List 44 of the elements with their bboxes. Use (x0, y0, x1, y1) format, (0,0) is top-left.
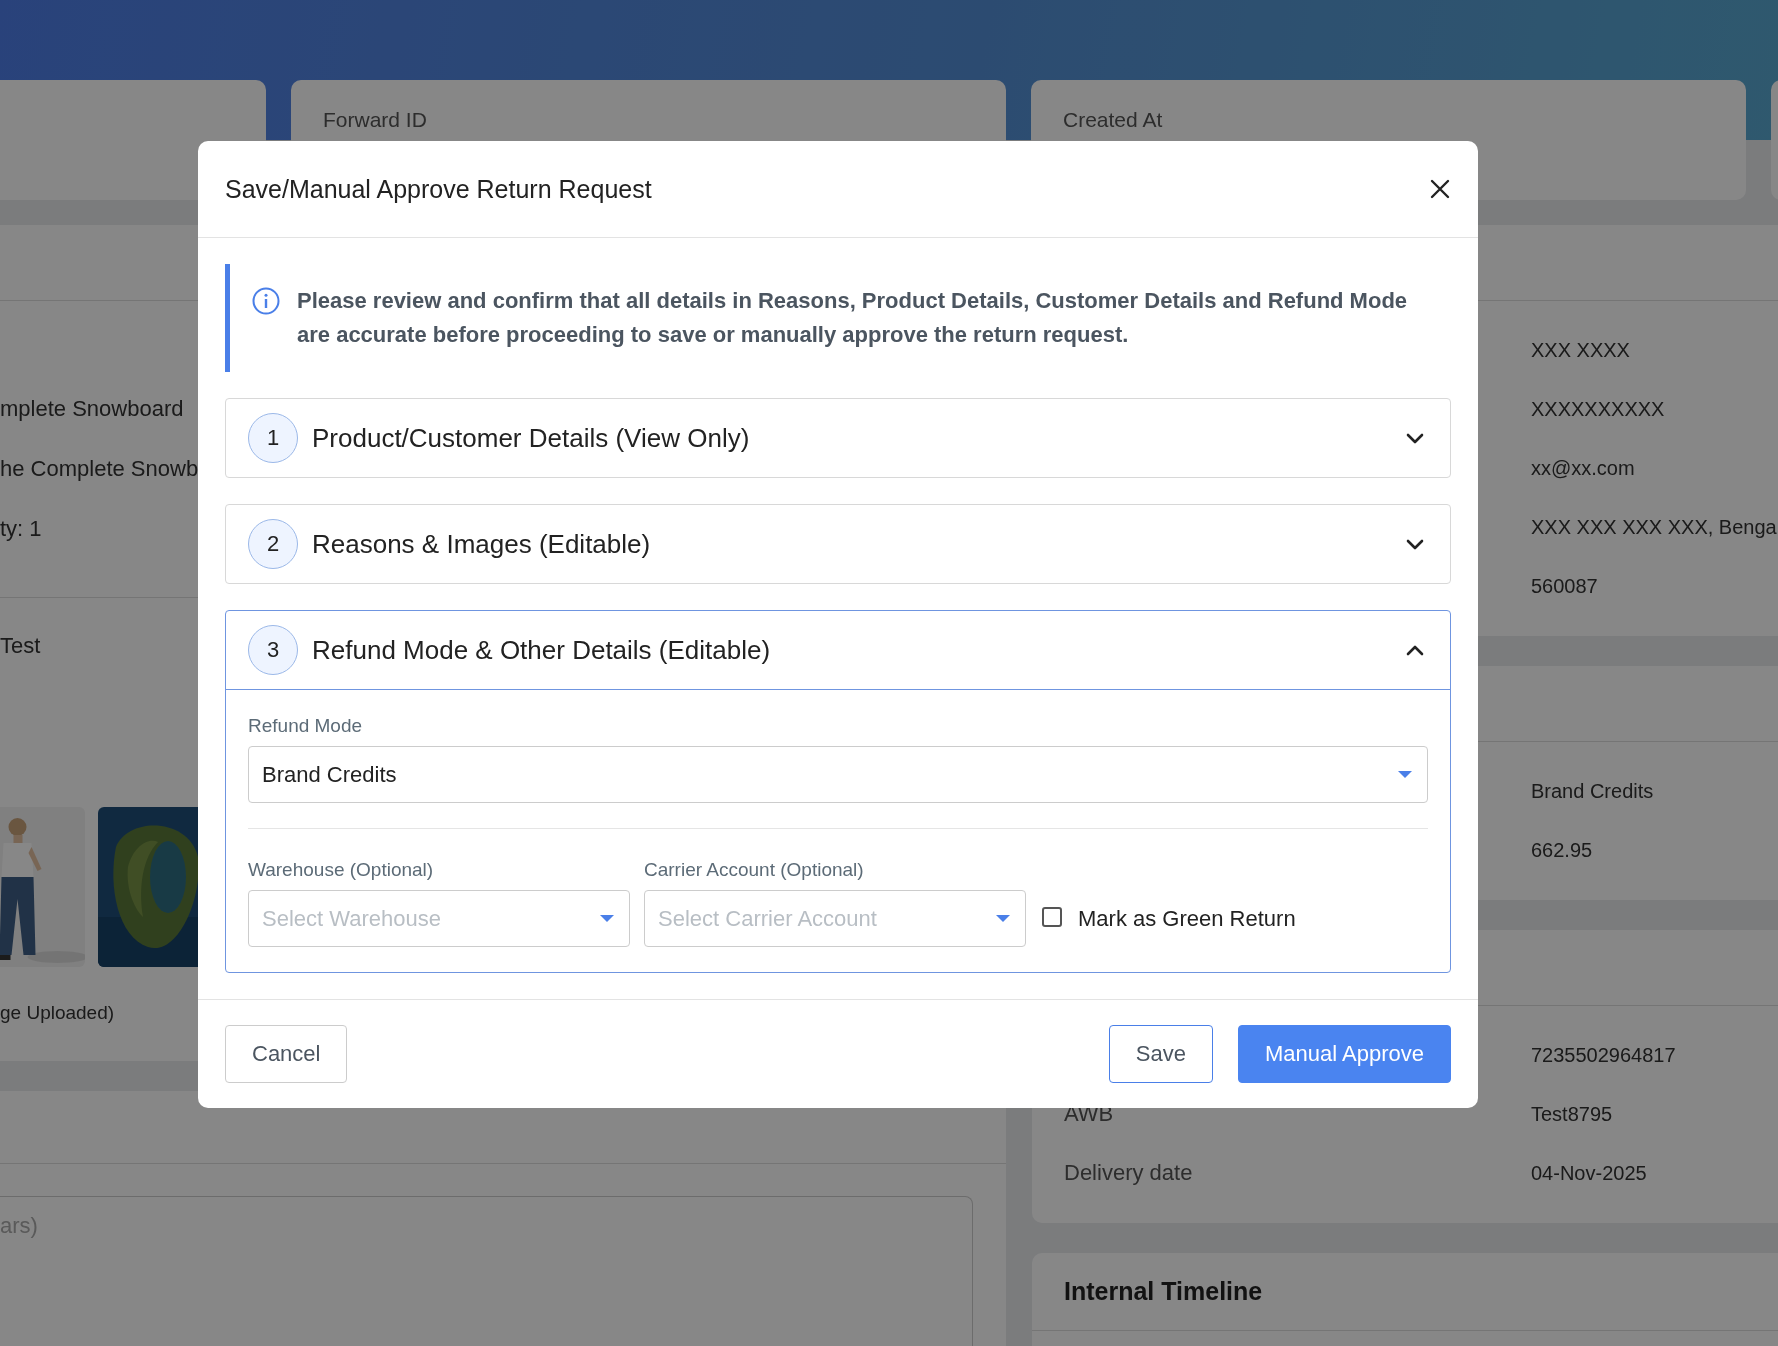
detail-value: XXXXXXXXXX (1531, 397, 1665, 421)
dropdown-field[interactable]: Brand Credits (248, 746, 1428, 803)
detail-value: xx@xx.com (1531, 456, 1635, 480)
info-icon (252, 287, 280, 315)
accordion-header[interactable]: 1 Product/Customer Details (View Only) (226, 399, 1450, 477)
caret-icon (1398, 771, 1412, 778)
field-label: Warehouse (Optional) (248, 859, 435, 881)
accordion-header[interactable]: 3 Refund Mode & Other Details (Editable) (226, 611, 1450, 690)
caret-icon (600, 915, 614, 922)
checkbox[interactable] (1042, 906, 1062, 927)
cancel-button[interactable]: Cancel (225, 1025, 348, 1083)
field-label: Carrier Account (Optional) (644, 859, 865, 881)
product-text: ty: 1 (0, 517, 42, 541)
step-number: 2 (248, 519, 298, 569)
detail-value: Brand Credits (1531, 779, 1654, 803)
card-label: Created At (1063, 108, 1163, 131)
detail-value: XXX XXX XXX XXX, Benga (1531, 515, 1777, 539)
detail-value: Test8795 (1531, 1102, 1613, 1126)
step-number: 1 (248, 413, 298, 463)
approve-button[interactable]: Manual Approve (1238, 1025, 1451, 1083)
step-number: 3 (248, 625, 298, 675)
reason-text: Test (0, 632, 41, 658)
detail-value: 7235502964817 (1531, 1043, 1676, 1067)
info-text: Please review and confirm that all details in Reasons, Product Details, Customer Details and Refund Mode are accurate before proceeding to save or manually approve the return request. (297, 287, 1409, 349)
accordion-header[interactable]: 2 Reasons & Images (Editable) (226, 505, 1450, 583)
image-caption: ge Uploaded) (0, 1001, 115, 1025)
field-label: Refund Mode (248, 715, 364, 737)
card-label: Forward ID (323, 108, 427, 131)
save-button[interactable]: Save (1108, 1025, 1213, 1083)
dropdown-field[interactable]: Select Warehouse (248, 890, 630, 947)
detail-value: XXX XXXX (1531, 338, 1630, 362)
detail-value: 662.95 (1531, 838, 1593, 862)
detail-label: Delivery date (1063, 1161, 1193, 1185)
close-icon (1429, 178, 1451, 200)
panel-title: Internal Timeline (1032, 1253, 1778, 1331)
product-text: mplete Snowboard (0, 397, 184, 421)
checkbox-label: Mark as Green Return (1078, 905, 1296, 932)
detail-value: 560087 (1531, 574, 1598, 598)
modal-title: Save/Manual Approve Return Request (225, 174, 652, 204)
dropdown-field[interactable]: Select Carrier Account (644, 890, 1026, 947)
close-button[interactable] (1429, 178, 1451, 200)
caret-icon (996, 915, 1010, 922)
detail-value: 04-Nov-2025 (1531, 1161, 1647, 1185)
product-text: he Complete Snowb (0, 457, 199, 481)
